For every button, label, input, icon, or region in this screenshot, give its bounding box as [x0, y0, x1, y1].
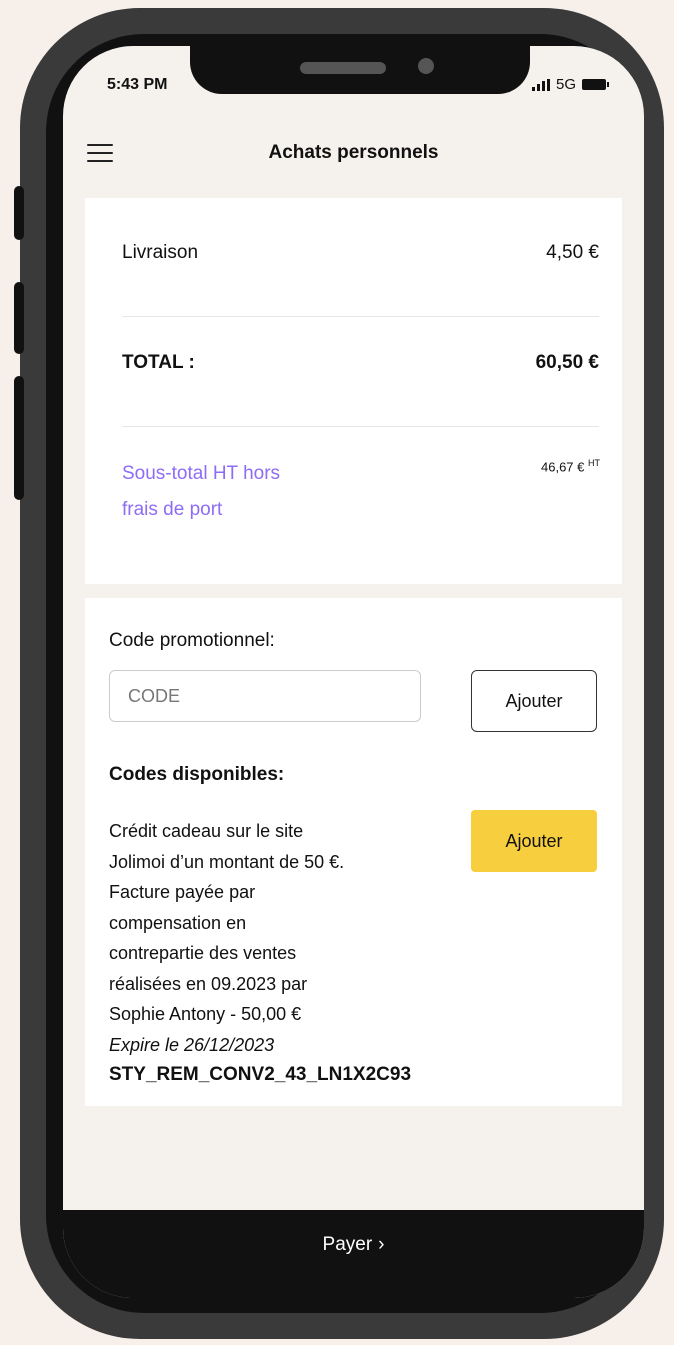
subtotal-ht-suffix: HT: [588, 458, 600, 468]
code-desc-line: Sophie Antony - 50,00 €: [109, 1004, 302, 1024]
code-expiry: Expire le 26/12/2023: [109, 1034, 275, 1055]
total-label: TOTAL :: [122, 352, 195, 373]
code-identifier: STY_REM_CONV2_43_LN1X2C93: [109, 1064, 412, 1085]
chevron-right-icon: ›: [378, 1234, 385, 1255]
pay-label: Payer: [322, 1234, 373, 1255]
delivery-value: 4,50 €: [546, 242, 599, 263]
delivery-label: Livraison: [122, 242, 199, 263]
phone-screen: 5:43 PM 5G Achats personnels Livraison 4…: [63, 46, 644, 1298]
subtotal-value: 46,67 € HT: [541, 458, 600, 474]
code-desc-line: Crédit cadeau sur le site: [109, 821, 304, 841]
app-header: Achats personnels: [63, 126, 644, 186]
pay-button[interactable]: Payer ›: [63, 1210, 644, 1298]
available-code-description: Crédit cadeau sur le site Jolimoi d’un m…: [109, 816, 449, 1091]
divider: [122, 316, 599, 317]
notch: [190, 46, 530, 94]
status-time: 5:43 PM: [107, 76, 168, 93]
phone-volume-down-button: [14, 376, 24, 500]
subtotal-label: Sous-total HT hors frais de port: [122, 456, 599, 528]
subtotal-amount: 46,67 €: [541, 459, 585, 475]
phone-side-button: [14, 186, 24, 240]
code-desc-line: compensation en: [109, 912, 247, 933]
subtotal-label-line2: frais de port: [122, 499, 223, 520]
divider: [122, 426, 599, 427]
available-codes-title: Codes disponibles:: [109, 764, 285, 785]
total-row: TOTAL : 60,50 €: [122, 352, 599, 374]
promo-card: Code promotionnel: Ajouter Codes disponi…: [85, 598, 622, 1106]
network-label: 5G: [555, 76, 576, 93]
promo-code-input[interactable]: [109, 670, 421, 722]
status-right: 5G: [531, 76, 609, 93]
subtotal-label-line1: Sous-total HT hors: [122, 463, 281, 484]
camera: [418, 58, 434, 74]
page-title: Achats personnels: [268, 142, 439, 163]
speaker: [300, 62, 386, 74]
code-desc-line: Jolimoi d’un montant de 50 €.: [109, 851, 345, 872]
signal-icon: [531, 78, 550, 91]
delivery-row: Livraison 4,50 €: [122, 242, 599, 264]
add-promo-code-button[interactable]: Ajouter: [471, 670, 597, 732]
apply-available-code-button[interactable]: Ajouter: [471, 810, 597, 872]
code-desc-line: réalisées en 09.2023 par: [109, 973, 308, 994]
battery-icon: [582, 79, 609, 90]
code-desc-line: contrepartie des ventes: [109, 943, 297, 963]
code-desc-line: Facture payée par: [109, 882, 256, 902]
total-value: 60,50 €: [535, 352, 599, 373]
promo-code-label: Code promotionnel:: [109, 630, 275, 651]
order-summary-card: Livraison 4,50 € TOTAL : 60,50 € Sous-to…: [85, 198, 622, 584]
phone-volume-up-button: [14, 282, 24, 354]
